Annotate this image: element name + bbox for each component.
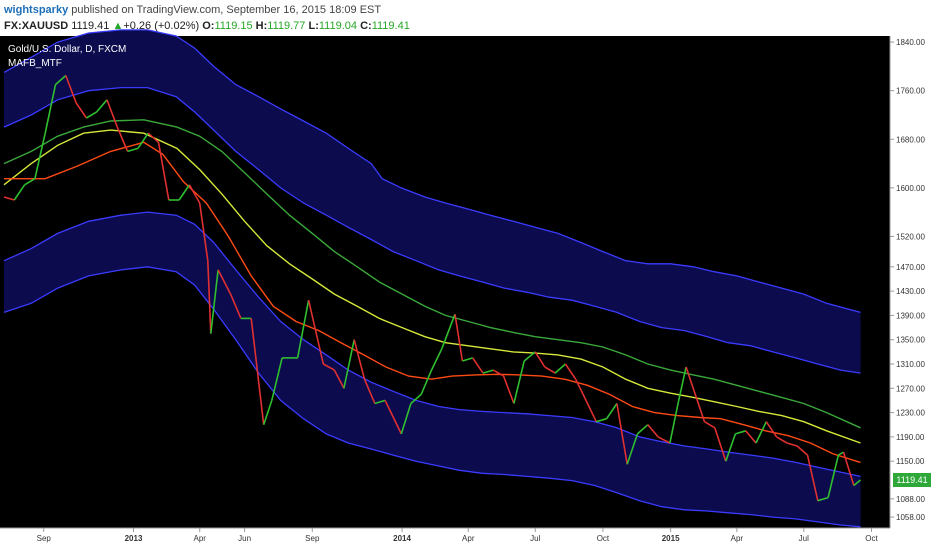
y-tick-label: 1840.00 — [896, 38, 925, 47]
x-tick-label: Apr — [462, 534, 475, 543]
y-tick-label: 1760.00 — [896, 87, 925, 96]
x-tick-label: 2014 — [393, 534, 411, 543]
y-tick-label: 1088.00 — [896, 495, 925, 504]
y-tick-label: 1390.00 — [896, 311, 925, 320]
last-price-tag-text: 1119.41 — [896, 475, 927, 485]
y-tick-label: 1058.00 — [896, 513, 925, 522]
x-tick-label: Sep — [305, 534, 320, 543]
x-tick-label: Oct — [865, 534, 878, 543]
indicator-label: MAFB_MTF — [8, 58, 62, 69]
x-tick-label: 2015 — [662, 534, 680, 543]
y-tick-label: 1430.00 — [896, 287, 925, 296]
y-tick-label: 1310.00 — [896, 360, 925, 369]
x-tick-label: Oct — [597, 534, 610, 543]
x-tick-label: Jun — [238, 534, 251, 543]
y-tick-label: 1520.00 — [896, 232, 925, 241]
price-chart[interactable]: Gold/U.S. Dollar, D, FXCM MAFB_MTF 1840.… — [0, 0, 932, 550]
y-tick-label: 1350.00 — [896, 336, 925, 345]
y-tick-label: 1600.00 — [896, 184, 925, 193]
x-tick-label: Jul — [530, 534, 540, 543]
x-tick-label: 2013 — [125, 534, 143, 543]
y-tick-label: 1190.00 — [896, 433, 925, 442]
x-tick-label: Apr — [193, 534, 206, 543]
y-tick-label: 1230.00 — [896, 409, 925, 418]
y-tick-label: 1270.00 — [896, 384, 925, 393]
x-tick-label: Apr — [731, 534, 744, 543]
y-tick-label: 1150.00 — [896, 457, 925, 466]
x-tick-label: Sep — [37, 534, 52, 543]
x-tick-label: Jul — [799, 534, 809, 543]
y-tick-label: 1680.00 — [896, 135, 925, 144]
chart-title: Gold/U.S. Dollar, D, FXCM — [8, 44, 126, 55]
y-tick-label: 1470.00 — [896, 263, 925, 272]
last-price-tag: 1119.41 — [893, 473, 931, 487]
